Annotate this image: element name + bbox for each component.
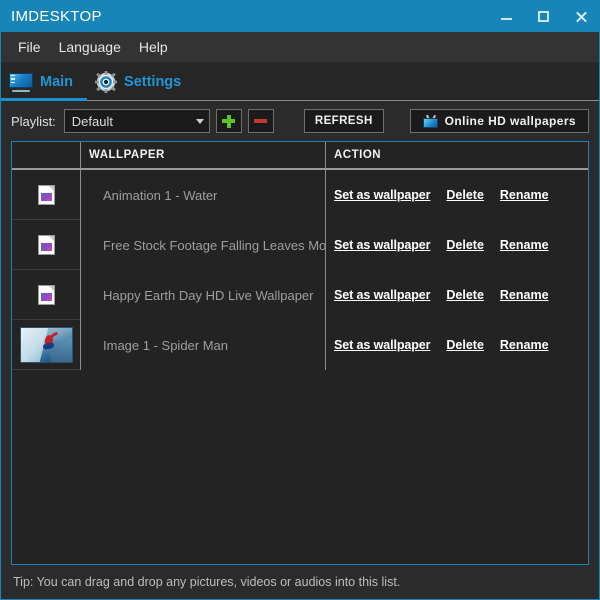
row-name-cell: Happy Earth Day HD Live Wallpaper <box>80 270 325 320</box>
tv-icon <box>422 114 438 128</box>
wallpaper-name: Image 1 - Spider Man <box>103 337 229 353</box>
rename-link[interactable]: Rename <box>500 338 549 352</box>
maximize-icon <box>538 11 549 22</box>
tab-main-label: Main <box>40 74 74 90</box>
window-title: IMDESKTOP <box>11 8 102 25</box>
remove-playlist-button[interactable] <box>247 109 274 133</box>
row-thumbnail-cell <box>12 220 80 270</box>
row-action-cell: Set as wallpaper Delete Rename <box>325 220 588 270</box>
wallpaper-name: Animation 1 - Water <box>103 187 218 203</box>
list-rows: Animation 1 - Water Set as wallpaper Del… <box>12 170 588 370</box>
column-header-wallpaper[interactable]: WALLPAPER <box>80 142 325 168</box>
delete-link[interactable]: Delete <box>446 288 484 302</box>
row-name-cell: Animation 1 - Water <box>80 170 325 220</box>
playlist-label: Playlist: <box>11 113 56 129</box>
close-icon <box>575 11 587 23</box>
rename-link[interactable]: Rename <box>500 238 549 252</box>
set-as-wallpaper-link[interactable]: Set as wallpaper <box>334 338 430 352</box>
row-action-cell: Set as wallpaper Delete Rename <box>325 320 588 370</box>
tip-text: Tip: You can drag and drop any pictures,… <box>13 575 401 589</box>
column-header-wallpaper-label: WALLPAPER <box>89 149 165 161</box>
toolbar: Playlist: Default REFRESH Online HD wall… <box>1 101 599 141</box>
window-controls <box>488 1 599 32</box>
minimize-button[interactable] <box>488 1 525 32</box>
rename-link[interactable]: Rename <box>500 188 549 202</box>
title-bar: IMDESKTOP <box>1 1 599 32</box>
set-as-wallpaper-link[interactable]: Set as wallpaper <box>334 288 430 302</box>
application-window: IMDESKTOP File Language Help Main Settin… <box>0 0 600 600</box>
row-thumbnail-cell <box>12 270 80 320</box>
playlist-select[interactable]: Default <box>63 109 210 133</box>
row-action-cell: Set as wallpaper Delete Rename <box>325 170 588 220</box>
wallpaper-name: Happy Earth Day HD Live Wallpaper <box>103 287 314 303</box>
row-name-cell: Free Stock Footage Falling Leaves Motion… <box>80 220 325 270</box>
table-row[interactable]: Happy Earth Day HD Live Wallpaper Set as… <box>12 270 588 320</box>
gear-icon <box>95 71 118 93</box>
minimize-icon <box>501 18 512 20</box>
delete-link[interactable]: Delete <box>446 338 484 352</box>
column-header-action[interactable]: ACTION <box>325 142 588 168</box>
set-as-wallpaper-link[interactable]: Set as wallpaper <box>334 188 430 202</box>
tab-main[interactable]: Main <box>1 63 88 101</box>
tip-bar: Tip: You can drag and drop any pictures,… <box>1 565 599 599</box>
table-row[interactable]: Animation 1 - Water Set as wallpaper Del… <box>12 170 588 220</box>
close-button[interactable] <box>562 1 599 32</box>
table-row[interactable]: Image 1 - Spider Man Set as wallpaper De… <box>12 320 588 370</box>
row-thumbnail-cell <box>12 170 80 220</box>
maximize-button[interactable] <box>525 1 562 32</box>
row-thumbnail-cell <box>12 320 80 370</box>
tab-settings[interactable]: Settings <box>87 63 195 101</box>
monitor-icon <box>9 72 33 92</box>
chevron-down-icon <box>191 118 209 124</box>
tab-strip: Main Settings <box>1 63 599 101</box>
table-row[interactable]: Free Stock Footage Falling Leaves Motion… <box>12 220 588 270</box>
row-action-cell: Set as wallpaper Delete Rename <box>325 270 588 320</box>
file-icon <box>38 285 54 304</box>
minus-icon <box>254 119 268 123</box>
menu-bar: File Language Help <box>1 32 599 63</box>
column-header-action-label: ACTION <box>334 149 382 161</box>
add-playlist-button[interactable] <box>215 109 242 133</box>
file-icon <box>38 235 54 254</box>
set-as-wallpaper-link[interactable]: Set as wallpaper <box>334 238 430 252</box>
online-hd-wallpapers-label: Online HD wallpapers <box>444 114 576 128</box>
list-body[interactable]: Animation 1 - Water Set as wallpaper Del… <box>12 170 588 564</box>
plus-icon <box>222 114 236 128</box>
delete-link[interactable]: Delete <box>446 188 484 202</box>
column-header-thumbnail <box>12 142 80 168</box>
menu-item-file[interactable]: File <box>9 36 50 58</box>
playlist-selected-value: Default <box>71 113 113 129</box>
refresh-button[interactable]: REFRESH <box>303 109 384 133</box>
tab-settings-label: Settings <box>124 74 182 90</box>
list-header-row: WALLPAPER ACTION <box>12 142 588 170</box>
file-icon <box>38 185 54 204</box>
wallpaper-list-panel: WALLPAPER ACTION Animation 1 - Water Set… <box>11 141 589 565</box>
online-hd-wallpapers-button[interactable]: Online HD wallpapers <box>409 109 589 133</box>
rename-link[interactable]: Rename <box>500 288 549 302</box>
delete-link[interactable]: Delete <box>446 238 484 252</box>
menu-item-help[interactable]: Help <box>130 36 177 58</box>
wallpaper-name: Free Stock Footage Falling Leaves Motion… <box>103 237 325 253</box>
menu-item-language[interactable]: Language <box>50 36 130 58</box>
image-thumbnail <box>19 326 73 363</box>
row-name-cell: Image 1 - Spider Man <box>80 320 325 370</box>
